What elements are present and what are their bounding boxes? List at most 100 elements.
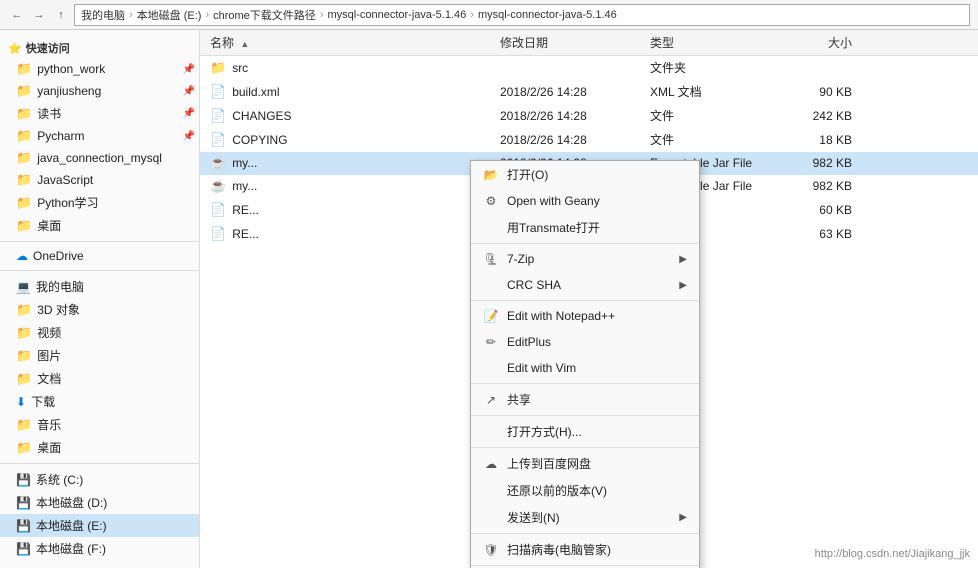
ctx-upload-baidu[interactable]: ☁ 上传到百度网盘	[471, 450, 699, 477]
folder-icon: 📁	[16, 83, 32, 99]
folder-icon: 📁	[16, 417, 32, 433]
sidebar-item-python-study[interactable]: 📁 Python学习	[0, 191, 199, 214]
breadcrumb-drive[interactable]: 本地磁盘 (E:)	[137, 7, 202, 23]
sidebar-item-my-computer[interactable]: 💻 我的电脑	[0, 275, 199, 298]
open-icon: 📂	[483, 167, 499, 183]
header-name[interactable]: 名称 ▲	[200, 34, 500, 51]
folder-icon: 📁	[16, 325, 32, 341]
folder-icon: 📁	[16, 150, 32, 166]
breadcrumb-mysql1[interactable]: mysql-connector-java-5.1.46	[327, 9, 466, 21]
ctx-restore[interactable]: 还原以前的版本(V)	[471, 477, 699, 504]
onedrive-icon: ☁	[16, 249, 28, 263]
breadcrumb-chrome[interactable]: chrome下载文件路径	[213, 7, 316, 23]
breadcrumb-mysql2[interactable]: mysql-connector-java-5.1.46	[478, 9, 617, 21]
ctx-open[interactable]: 📂 打开(O)	[471, 161, 699, 188]
folder-icon: 📁	[16, 302, 32, 318]
sidebar-divider-3	[0, 463, 199, 464]
watermark: http://blog.csdn.net/Jiajikang_jjk	[815, 548, 970, 560]
share-icon: ↗	[483, 392, 499, 408]
sidebar-item-yanjiusheng[interactable]: 📁 yanjiusheng 📌	[0, 80, 199, 102]
download-icon: ⬇	[16, 395, 26, 409]
folder-icon: 📁	[16, 128, 32, 144]
sidebar: ⭐ 快速访问 📁 python_work 📌 📁 yanjiusheng 📌 📁…	[0, 30, 200, 568]
sidebar-divider	[0, 241, 199, 242]
sidebar-item-python-work[interactable]: 📁 python_work 📌	[0, 58, 199, 80]
sidebar-item-video[interactable]: 📁 视频	[0, 321, 199, 344]
file-row-buildxml[interactable]: 📄 build.xml 2018/2/26 14:28 XML 文档 90 KB	[200, 80, 978, 104]
breadcrumb-path[interactable]: 我的电脑 › 本地磁盘 (E:) › chrome下载文件路径 › mysql-…	[74, 4, 970, 26]
ctx-separator-7	[471, 565, 699, 566]
file-row-src[interactable]: 📁 src 文件夹	[200, 56, 978, 80]
ctx-scan[interactable]: 🛡 扫描病毒(电脑管家)	[471, 536, 699, 563]
txt-icon: 📄	[210, 132, 226, 148]
nav-forward[interactable]: →	[30, 6, 48, 24]
ctx-separator-4	[471, 415, 699, 416]
ctx-share[interactable]: ↗ 共享	[471, 386, 699, 413]
ctx-editplus[interactable]: ✏ EditPlus	[471, 329, 699, 355]
sidebar-item-desktop-quick[interactable]: 📁 桌面	[0, 214, 199, 237]
folder-icon: 📁	[210, 60, 226, 76]
ctx-7zip[interactable]: 🗜 7-Zip ▶	[471, 246, 699, 272]
sidebar-divider-2	[0, 270, 199, 271]
file-list-area: 名称 ▲ 修改日期 类型 大小 📁 src 文件夹 �	[200, 30, 978, 568]
folder-icon: 📁	[16, 172, 32, 188]
sort-arrow-name: ▲	[240, 39, 249, 49]
notepadpp-icon: 📝	[483, 308, 499, 324]
txt-icon: 📄	[210, 108, 226, 124]
geany-icon: ⚙	[483, 193, 499, 209]
quick-access-title: ⭐ 快速访问	[0, 34, 199, 58]
openwith-icon	[483, 424, 499, 440]
nav-up[interactable]: ↑	[52, 6, 70, 24]
ctx-sendto[interactable]: 发送到(N) ▶	[471, 504, 699, 531]
txt-icon: 📄	[210, 226, 226, 242]
sidebar-item-music[interactable]: 📁 音乐	[0, 413, 199, 436]
sidebar-item-javascript[interactable]: 📁 JavaScript	[0, 169, 199, 191]
header-type[interactable]: 类型	[650, 34, 780, 51]
sidebar-item-onedrive[interactable]: ☁ OneDrive	[0, 246, 199, 266]
sidebar-item-desktop[interactable]: 📁 桌面	[0, 436, 199, 459]
sidebar-item-drive-f[interactable]: 💾 本地磁盘 (F:)	[0, 537, 199, 560]
editplus-icon: ✏	[483, 334, 499, 350]
nav-back[interactable]: ←	[8, 6, 26, 24]
sidebar-item-java[interactable]: 📁 java_connection_mysql	[0, 147, 199, 169]
header-date[interactable]: 修改日期	[500, 34, 650, 51]
file-row-changes[interactable]: 📄 CHANGES 2018/2/26 14:28 文件 242 KB	[200, 104, 978, 128]
ctx-open-with[interactable]: 打开方式(H)...	[471, 418, 699, 445]
sidebar-item-3d[interactable]: 📁 3D 对象	[0, 298, 199, 321]
ctx-crc-sha[interactable]: CRC SHA ▶	[471, 272, 699, 298]
address-bar: ← → ↑ 我的电脑 › 本地磁盘 (E:) › chrome下载文件路径 › …	[0, 0, 978, 30]
context-menu: 📂 打开(O) ⚙ Open with Geany 用Transmate打开 🗜…	[470, 160, 700, 568]
pin-icon: 📌	[183, 86, 195, 97]
folder-icon: 📁	[16, 371, 32, 387]
sidebar-item-drive-c[interactable]: 💾 系统 (C:)	[0, 468, 199, 491]
ctx-separator-1	[471, 243, 699, 244]
folder-icon: 📁	[16, 218, 32, 234]
transmate-icon	[483, 220, 499, 236]
txt-icon: 📄	[210, 202, 226, 218]
ctx-vim[interactable]: Edit with Vim	[471, 355, 699, 381]
drive-icon: 💾	[16, 473, 31, 487]
pin-icon: 📌	[183, 64, 195, 75]
sidebar-item-pycharm[interactable]: 📁 Pycharm 📌	[0, 125, 199, 147]
drive-icon: 💾	[16, 519, 31, 533]
sidebar-item-downloads[interactable]: ⬇ 下载	[0, 390, 199, 413]
ctx-notepadpp[interactable]: 📝 Edit with Notepad++	[471, 303, 699, 329]
scan-icon: 🛡	[483, 542, 499, 558]
pin-icon: 📌	[183, 131, 195, 142]
folder-icon: 📁	[16, 61, 32, 77]
folder-icon: 📁	[16, 440, 32, 456]
sidebar-item-drive-e[interactable]: 💾 本地磁盘 (E:)	[0, 514, 199, 537]
sidebar-item-drive-d[interactable]: 💾 本地磁盘 (D:)	[0, 491, 199, 514]
sidebar-item-dushu[interactable]: 📁 读书 📌	[0, 102, 199, 125]
sidebar-item-documents[interactable]: 📁 文档	[0, 367, 199, 390]
sidebar-item-pictures[interactable]: 📁 图片	[0, 344, 199, 367]
file-row-copying[interactable]: 📄 COPYING 2018/2/26 14:28 文件 18 KB	[200, 128, 978, 152]
jar-icon: ☕	[210, 178, 226, 194]
breadcrumb-computer[interactable]: 我的电脑	[81, 7, 125, 23]
ctx-transmate[interactable]: 用Transmate打开	[471, 214, 699, 241]
baidu-icon: ☁	[483, 456, 499, 472]
sendto-icon	[483, 510, 499, 526]
ctx-open-geany[interactable]: ⚙ Open with Geany	[471, 188, 699, 214]
folder-icon: 📁	[16, 195, 32, 211]
header-size[interactable]: 大小	[780, 34, 860, 51]
